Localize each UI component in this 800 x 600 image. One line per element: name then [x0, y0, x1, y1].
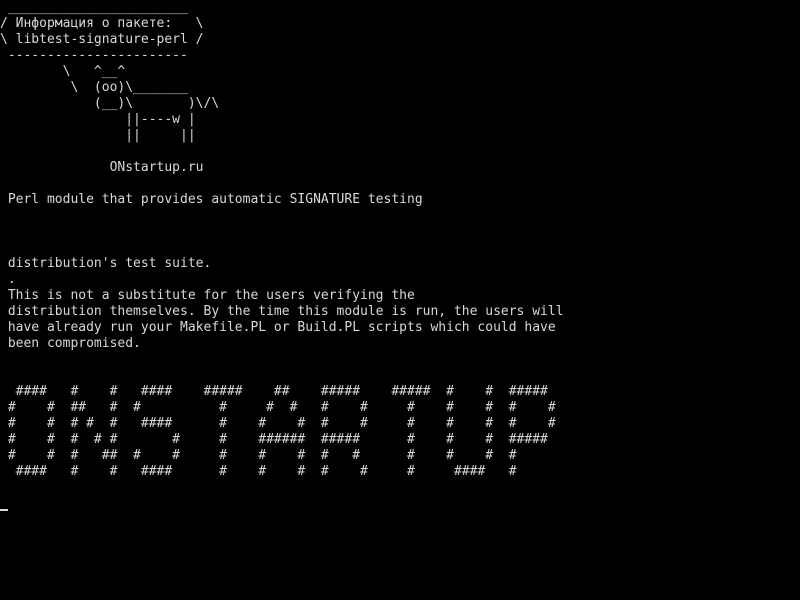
cowsay-bubble-line-1: / Информация о пакете: \: [0, 16, 204, 31]
description-line: have already run your Makefile.PL or Bui…: [0, 320, 556, 335]
banner-art-line: # # # # # # # ###### ##### # # # #####: [0, 432, 548, 447]
cow-art-line: (__)\ )\/\: [0, 96, 220, 111]
package-summary: Perl module that provides automatic SIGN…: [0, 192, 423, 207]
site-label: ONstartup.ru: [0, 160, 204, 175]
description-line: distribution themselves. By the time thi…: [0, 304, 564, 319]
banner-art-line: #### # # #### # # # # # # #### #: [0, 464, 517, 479]
cow-art-line: ||----w |: [0, 112, 196, 127]
text-cursor: [0, 509, 8, 511]
cow-art-line: \ ^__^: [0, 64, 126, 79]
cow-art-line: \ (oo)\_______: [0, 80, 188, 95]
banner-art-line: # # # # # #### # # # # # # # # # #: [0, 416, 556, 431]
banner-art-line: #### # # #### ##### ## ##### ##### # # #…: [0, 384, 548, 399]
cowsay-bubble-top: _______________________: [0, 0, 188, 15]
terminal-screen[interactable]: _______________________ / Информация о п…: [0, 0, 800, 600]
banner-art-line: # # # ## # # # # # # # # # # #: [0, 448, 517, 463]
cow-art-line: || ||: [0, 128, 196, 143]
description-line: distribution's test suite.: [0, 256, 212, 271]
cowsay-bubble-bottom: -----------------------: [0, 48, 188, 63]
description-line: .: [0, 272, 16, 287]
description-line: This is not a substitute for the users v…: [0, 288, 415, 303]
banner-art-line: # # ## # # # # # # # # # # # #: [0, 400, 556, 415]
cowsay-bubble-line-2: \ libtest-signature-perl /: [0, 32, 204, 47]
description-line: been compromised.: [0, 336, 141, 351]
